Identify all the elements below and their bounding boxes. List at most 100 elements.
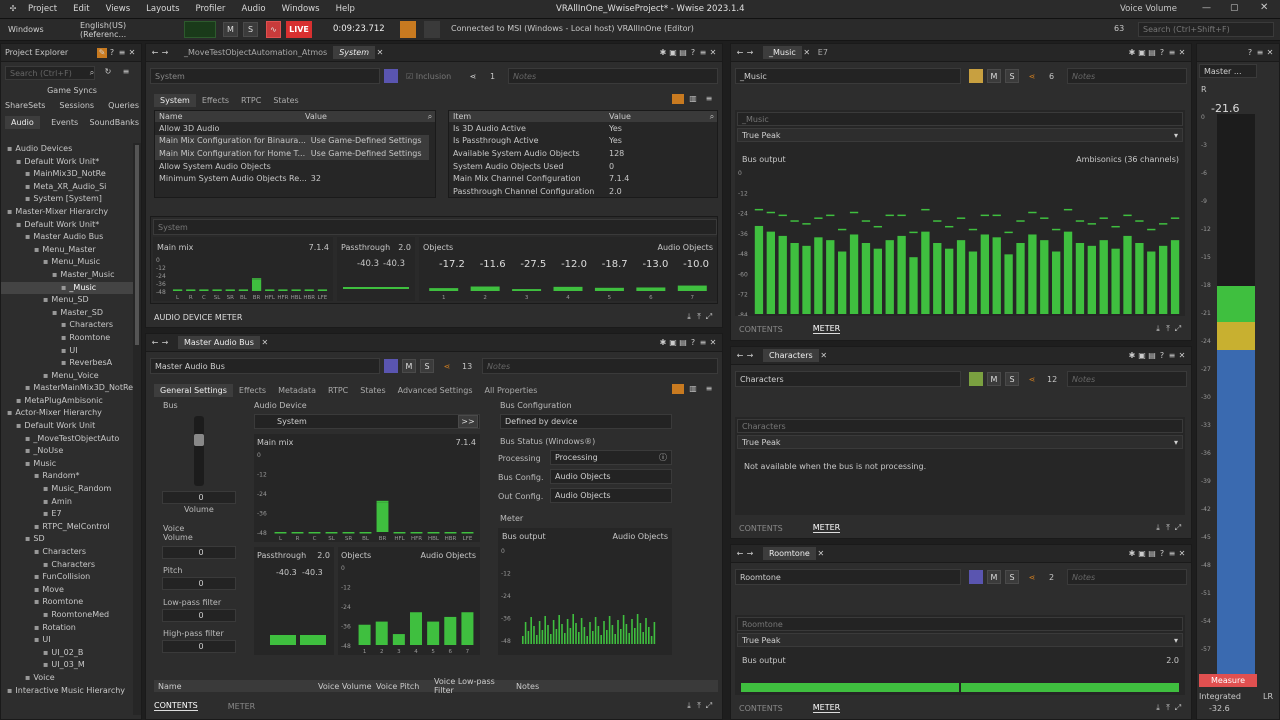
- tree-item[interactable]: ▪ Meta_XR_Audio_Si: [1, 181, 133, 194]
- property-tab[interactable]: States: [354, 384, 391, 397]
- layout-split-icon[interactable]: ▥: [688, 384, 698, 394]
- plugin-icon[interactable]: [384, 69, 398, 83]
- popout-icon[interactable]: ⤢: [1173, 324, 1183, 334]
- tree-item[interactable]: ▪ Characters: [1, 546, 133, 559]
- close-icon[interactable]: ✕: [127, 48, 137, 58]
- lock-icon[interactable]: ▣: [1137, 48, 1147, 58]
- mute-button[interactable]: M: [223, 22, 238, 37]
- tree-item[interactable]: ▪ Master Audio Bus: [1, 231, 133, 244]
- tab-meter[interactable]: METER: [812, 523, 841, 533]
- help-icon[interactable]: ?: [1157, 549, 1167, 559]
- slider-handle[interactable]: [194, 434, 204, 446]
- tree-item[interactable]: ▪ Audio Devices: [1, 143, 133, 156]
- lock-icon[interactable]: ▣: [668, 338, 678, 348]
- property-tab[interactable]: RTPC: [322, 384, 354, 397]
- back-icon[interactable]: ←: [735, 351, 745, 361]
- bus-config-field[interactable]: Defined by device: [500, 414, 672, 429]
- close-icon[interactable]: ✕: [1177, 549, 1187, 559]
- tree-item[interactable]: ▪ MainMix3D_NotRe: [1, 168, 133, 181]
- tree-item[interactable]: ▪ Master_Music: [1, 269, 133, 282]
- menu-item[interactable]: Project: [28, 4, 57, 14]
- tree-item[interactable]: ▪ Random*: [1, 470, 133, 483]
- characters-notes-field[interactable]: Notes: [1067, 371, 1187, 387]
- solo-button[interactable]: S: [243, 22, 258, 37]
- tree-item[interactable]: ▪ Characters: [1, 319, 133, 332]
- lock-icon[interactable]: ▣: [1137, 549, 1147, 559]
- settings-icon[interactable]: ✱: [1127, 351, 1137, 361]
- table-row[interactable]: Allow 3D Audio: [155, 122, 429, 135]
- tree-item[interactable]: ▪ Voice: [1, 672, 133, 685]
- menu-item[interactable]: Views: [106, 4, 131, 14]
- info-icon[interactable]: ⓘ: [659, 452, 667, 463]
- close-icon[interactable]: ✕: [1177, 351, 1187, 361]
- search-icon[interactable]: ⌕: [87, 68, 97, 78]
- global-search-input[interactable]: Search (Ctrl+Shift+F): [1138, 22, 1274, 37]
- tree-item[interactable]: ▪ Music_Random: [1, 483, 133, 496]
- save-icon[interactable]: ▤: [1147, 549, 1157, 559]
- tab-contents[interactable]: CONTENTS: [739, 704, 783, 713]
- explorer-search-input[interactable]: Search (Ctrl+F): [5, 66, 95, 80]
- loudness-target[interactable]: Master ...: [1199, 64, 1257, 78]
- audio-device-field[interactable]: System: [254, 414, 480, 429]
- menu-item[interactable]: Audio: [241, 4, 265, 14]
- mute-button[interactable]: M: [987, 372, 1001, 386]
- characters-name-field[interactable]: Characters: [735, 371, 961, 387]
- list-column-header[interactable]: Voice Pitch: [372, 682, 430, 691]
- menu-icon[interactable]: ≡: [698, 338, 708, 348]
- forward-icon[interactable]: →: [160, 338, 170, 348]
- help-icon[interactable]: ?: [688, 338, 698, 348]
- notification-count[interactable]: 63: [1114, 24, 1124, 33]
- menu-icon[interactable]: ≡: [1167, 48, 1177, 58]
- tree-item[interactable]: ▪ _NoUse: [1, 445, 133, 458]
- menu-icon[interactable]: ≡: [117, 48, 127, 58]
- menu-icon[interactable]: ≡: [1167, 549, 1177, 559]
- tree-item[interactable]: ▪ Default Work Unit*: [1, 156, 133, 169]
- search-icon[interactable]: ⌕: [707, 112, 717, 122]
- settings-icon[interactable]: ✱: [658, 48, 668, 58]
- tab-contents[interactable]: CONTENTS: [739, 325, 783, 334]
- tab-e7[interactable]: E7: [812, 46, 834, 59]
- tree-item[interactable]: ▪ SD: [1, 533, 133, 546]
- tree-item[interactable]: ▪ Actor-Mixer Hierarchy: [1, 407, 133, 420]
- bus-icon[interactable]: [384, 359, 398, 373]
- close-icon[interactable]: ✕: [708, 338, 718, 348]
- tree-item[interactable]: ▪ Master-Mixer Hierarchy: [1, 206, 133, 219]
- close-tab-icon[interactable]: ✕: [802, 48, 812, 58]
- close-icon[interactable]: ✕: [708, 48, 718, 58]
- browse-device-button[interactable]: >>: [458, 415, 478, 428]
- save-icon[interactable]: ▤: [1147, 351, 1157, 361]
- tree-item[interactable]: ▪ Music: [1, 458, 133, 471]
- mute-button[interactable]: M: [402, 359, 416, 373]
- minimize-icon[interactable]: —: [1202, 3, 1211, 13]
- tab-system[interactable]: System: [333, 46, 376, 59]
- help-icon[interactable]: ?: [1157, 351, 1167, 361]
- table-row[interactable]: System Audio Objects Used 0: [449, 160, 711, 173]
- solo-button[interactable]: S: [420, 359, 434, 373]
- upload-icon[interactable]: ⤒: [1163, 324, 1173, 334]
- property-tab[interactable]: Metadata: [272, 384, 322, 397]
- tree-item[interactable]: ▪ UI_03_M: [1, 659, 133, 672]
- property-tab[interactable]: General Settings: [154, 384, 233, 397]
- back-icon[interactable]: ←: [150, 48, 160, 58]
- tab-contents[interactable]: CONTENTS: [154, 701, 198, 711]
- layout-icon[interactable]: [672, 94, 684, 104]
- pitch-field[interactable]: 0: [162, 577, 236, 590]
- back-icon[interactable]: ←: [735, 549, 745, 559]
- menu-icon[interactable]: ≡: [698, 48, 708, 58]
- close-tab-icon[interactable]: ✕: [816, 549, 826, 559]
- menu-item[interactable]: Windows: [282, 4, 320, 14]
- voice-volume-field[interactable]: 0: [162, 546, 236, 559]
- volume-field[interactable]: 0: [162, 491, 236, 504]
- mute-button[interactable]: M: [987, 69, 1001, 83]
- menu-item[interactable]: Profiler: [196, 4, 226, 14]
- tree-item[interactable]: ▪ Interactive Music Hierarchy: [1, 685, 133, 698]
- solo-button[interactable]: S: [1005, 69, 1019, 83]
- download-icon[interactable]: ⤓: [1153, 523, 1163, 533]
- tab-meter[interactable]: METER: [228, 702, 255, 711]
- platform-select[interactable]: Windows: [4, 22, 70, 37]
- tab-meter[interactable]: METER: [812, 324, 841, 334]
- property-tab[interactable]: Effects: [233, 384, 272, 397]
- tree-item[interactable]: ▪ Menu_SD: [1, 294, 133, 307]
- upload-icon[interactable]: ⤒: [1163, 523, 1173, 533]
- back-icon[interactable]: ←: [735, 48, 745, 58]
